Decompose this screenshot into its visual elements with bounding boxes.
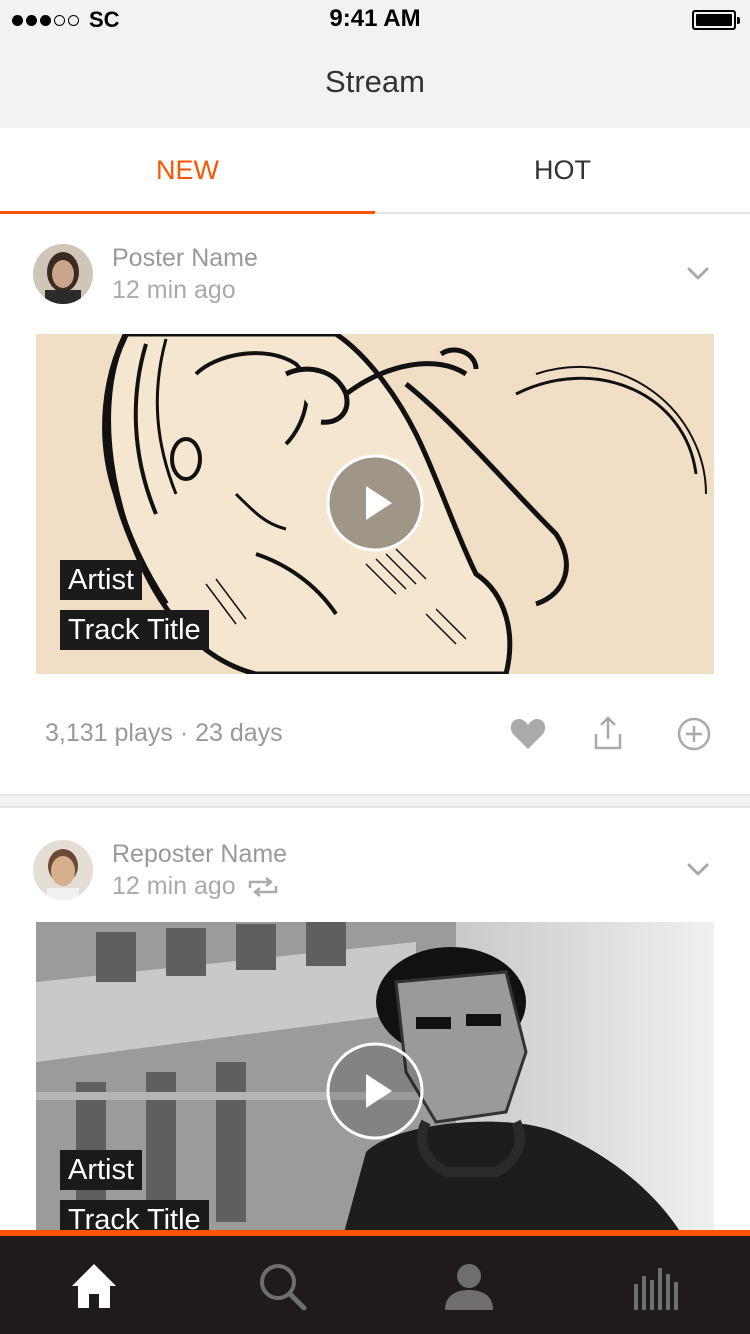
feed-item: Reposter Name 12 min ago Artist Track Ti… [0, 808, 750, 1230]
repost-icon [248, 876, 277, 897]
avatar[interactable] [33, 244, 93, 304]
battery-icon [692, 10, 740, 30]
profile-icon[interactable] [441, 1258, 497, 1314]
track-artist[interactable]: Artist [60, 560, 143, 600]
track-title[interactable]: Track Title [60, 1200, 209, 1230]
avatar[interactable] [33, 840, 93, 900]
feed-separator [0, 794, 750, 808]
like-icon[interactable] [508, 714, 548, 754]
status-time: 9:41 AM [329, 5, 421, 32]
tab-new[interactable]: NEW [0, 128, 375, 212]
stats-icon[interactable] [630, 1258, 686, 1314]
post-time: 12 min ago [112, 872, 280, 901]
feed-item: Poster Name 12 min ago Artist Track Titl… [0, 214, 750, 794]
chevron-down-icon[interactable] [686, 862, 710, 878]
tab-hot[interactable]: HOT [375, 128, 750, 212]
stream-tabs: NEW HOT [0, 128, 750, 214]
tab-bar [0, 1230, 750, 1334]
home-icon[interactable] [66, 1258, 122, 1314]
search-icon[interactable] [254, 1258, 310, 1314]
play-button[interactable] [326, 454, 424, 552]
add-to-playlist-icon[interactable] [674, 714, 714, 754]
page-title: Stream [325, 64, 425, 99]
time-ago: 12 min ago [112, 276, 236, 304]
play-button[interactable] [326, 1042, 424, 1140]
stream-feed[interactable]: Poster Name 12 min ago Artist Track Titl… [0, 214, 750, 1230]
track-artwork[interactable]: Artist Track Title [36, 334, 714, 674]
share-icon[interactable] [588, 714, 628, 754]
poster-name[interactable]: Poster Name [112, 244, 258, 273]
track-artwork[interactable]: Artist Track Title [36, 922, 714, 1230]
time-ago: 12 min ago [112, 872, 236, 900]
reposter-name[interactable]: Reposter Name [112, 840, 287, 869]
chevron-down-icon[interactable] [686, 266, 710, 282]
track-title[interactable]: Track Title [60, 610, 209, 650]
post-time: 12 min ago [112, 276, 236, 305]
navigation-bar: Stream [0, 40, 750, 128]
track-artist[interactable]: Artist [60, 1150, 143, 1190]
status-bar: SC 9:41 AM [0, 0, 750, 40]
track-stats: 3,131 plays · 23 days [45, 719, 283, 747]
